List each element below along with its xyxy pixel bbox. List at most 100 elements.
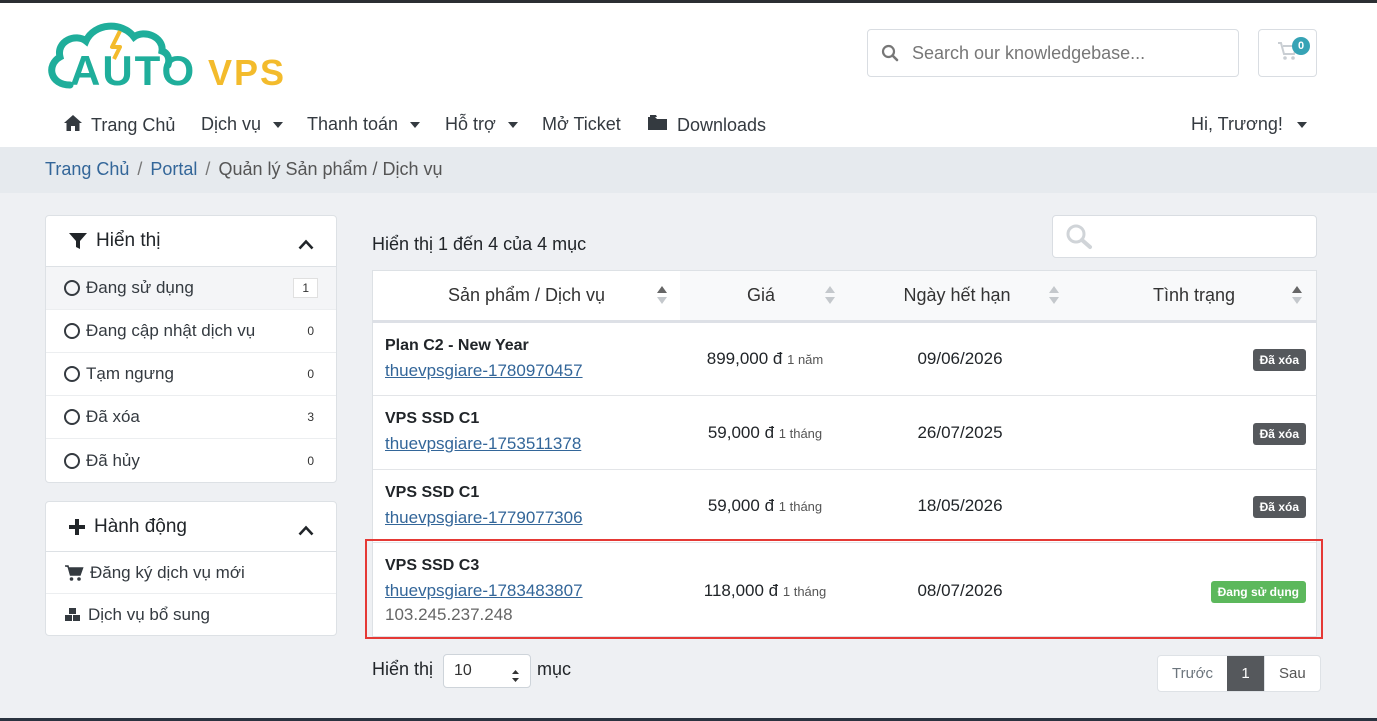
filter-icon — [68, 232, 88, 250]
nav-downloads[interactable]: Downloads — [647, 114, 766, 137]
sort-icon — [825, 286, 835, 306]
action-addons[interactable]: Dịch vụ bổ sung — [46, 594, 336, 636]
nav-services-label: Dịch vụ — [201, 114, 262, 134]
product-name: VPS SSD C1 — [385, 484, 480, 501]
breadcrumb-home[interactable]: Trang Chủ — [45, 159, 129, 179]
filter-item-count: 0 — [307, 453, 314, 468]
actions-card: Hành động Đăng ký dịch vụ mới Dịch vụ bổ… — [45, 501, 337, 636]
billing-cycle: 1 tháng — [782, 584, 827, 599]
filter-item-deleted[interactable]: Đã xóa 3 — [46, 396, 336, 439]
billing-cycle: 1 năm — [787, 352, 824, 367]
product-domain-link[interactable]: thuevpsgiare-1753511378 — [385, 434, 581, 454]
breadcrumb-portal[interactable]: Portal — [150, 159, 197, 179]
table-info: Hiển thị 1 đến 4 của 4 mục — [372, 234, 587, 254]
chevron-up-icon[interactable] — [298, 234, 314, 256]
page-length-value: 10 — [454, 662, 472, 679]
column-header-price[interactable]: Giá — [680, 271, 842, 320]
knowledgebase-search[interactable] — [867, 29, 1239, 77]
filter-card-header[interactable]: Hiển thị — [46, 216, 336, 267]
chevron-up-icon[interactable] — [298, 520, 314, 542]
main-nav: Trang Chủ Dịch vụ Thanh toán Hỗ trợ Mở T… — [0, 106, 1377, 150]
nav-home-label: Trang Chủ — [91, 115, 176, 135]
chevron-down-icon — [410, 121, 421, 128]
cart-count-badge: 0 — [1292, 37, 1310, 55]
column-header-status[interactable]: Tình trạng — [1072, 271, 1316, 320]
product-price: 59,000 đ 1 tháng — [707, 423, 823, 442]
column-header-product[interactable]: Sản phẩm / Dịch vụ — [373, 271, 680, 320]
nav-open-ticket[interactable]: Mở Ticket — [542, 114, 621, 135]
table-row[interactable]: VPS SSD C1 thuevpsgiare-1779077306 59,00… — [373, 470, 1316, 543]
chevron-down-icon — [507, 121, 518, 128]
due-date: 26/07/2025 — [917, 423, 1003, 442]
autovps-logo[interactable]: AUTO VPS — [42, 15, 302, 95]
pagination-page-current[interactable]: 1 — [1226, 656, 1264, 691]
filter-item-count: 0 — [307, 324, 314, 338]
product-price: 899,000 đ 1 năm — [706, 349, 824, 368]
logo-text-vps: VPS — [208, 52, 286, 93]
actions-card-title: Hành động — [94, 515, 187, 537]
site-header: AUTO VPS 0 Trang Chủ Dịch vụ Thanh toán … — [0, 3, 1377, 147]
page-length-select[interactable]: 10 — [443, 654, 531, 688]
filter-item-label: Đã hủy — [86, 450, 140, 470]
radio-icon — [64, 323, 80, 339]
cubes-icon — [64, 607, 82, 623]
nav-billing-label: Thanh toán — [307, 114, 399, 134]
product-name: VPS SSD C3 — [385, 557, 480, 574]
table-row[interactable]: VPS SSD C3 thuevpsgiare-1783483807 103.2… — [373, 543, 1316, 637]
due-date: 09/06/2026 — [917, 349, 1003, 368]
filter-item-count: 1 — [293, 278, 318, 298]
filter-item-label: Tạm ngưng — [86, 364, 174, 383]
pagination-prev[interactable]: Trước — [1158, 656, 1227, 691]
logo-text-auto: AUTO — [70, 47, 196, 94]
product-domain-link[interactable]: thuevpsgiare-1779077306 — [385, 508, 583, 528]
product-name: Plan C2 - New Year — [385, 337, 529, 354]
nav-support[interactable]: Hỗ trợ — [445, 114, 518, 135]
action-label: Dịch vụ bổ sung — [88, 605, 210, 624]
pagination-next[interactable]: Sau — [1263, 656, 1320, 691]
plus-icon — [68, 518, 86, 536]
billing-cycle: 1 tháng — [778, 499, 823, 514]
product-ip: 103.245.237.248 — [385, 605, 513, 624]
nav-user-label: Hi, Trương! — [1191, 114, 1283, 134]
filter-item-suspended[interactable]: Tạm ngưng 0 — [46, 353, 336, 396]
due-date: 08/07/2026 — [917, 581, 1003, 600]
due-date: 18/05/2026 — [917, 496, 1003, 515]
action-order-new-service[interactable]: Đăng ký dịch vụ mới — [46, 552, 336, 594]
filter-item-updating[interactable]: Đang cập nhật dịch vụ 0 — [46, 310, 336, 353]
action-label: Đăng ký dịch vụ mới — [90, 562, 245, 582]
filter-item-cancelled[interactable]: Đã hủy 0 — [46, 439, 336, 482]
table-header: Sản phẩm / Dịch vụ Giá Ngày hết hạn Tình… — [373, 271, 1316, 323]
cart-button[interactable] — [1258, 29, 1317, 77]
nav-downloads-label: Downloads — [677, 115, 767, 135]
status-badge: Đã xóa — [1252, 349, 1306, 371]
nav-user-menu[interactable]: Hi, Trương! — [1191, 114, 1307, 135]
status-badge: Đã xóa — [1252, 423, 1306, 445]
actions-card-header[interactable]: Hành động — [46, 502, 336, 552]
table-row[interactable]: Plan C2 - New Year thuevpsgiare-17809704… — [373, 323, 1316, 396]
sort-icon — [657, 286, 667, 306]
nav-billing[interactable]: Thanh toán — [307, 114, 421, 135]
length-suffix: mục — [537, 659, 572, 679]
table-search-input[interactable] — [1052, 215, 1317, 258]
radio-icon — [64, 452, 80, 469]
sort-icon — [1292, 286, 1302, 306]
product-price: 59,000 đ 1 tháng — [707, 496, 823, 515]
select-arrows-icon — [511, 664, 520, 696]
cart-icon — [64, 564, 84, 582]
column-header-due-date[interactable]: Ngày hết hạn — [842, 271, 1072, 320]
services-table: Sản phẩm / Dịch vụ Giá Ngày hết hạn Tình… — [372, 270, 1317, 637]
length-prefix: Hiển thị — [372, 659, 434, 679]
nav-services[interactable]: Dịch vụ — [201, 114, 284, 135]
product-domain-link[interactable]: thuevpsgiare-1783483807 — [385, 581, 583, 601]
chevron-down-icon — [1296, 121, 1307, 128]
status-badge: Đang sử dụng — [1210, 581, 1306, 603]
nav-ticket-label: Mở Ticket — [542, 114, 621, 134]
filter-item-active[interactable]: Đang sử dụng 1 — [46, 267, 336, 310]
table-row[interactable]: VPS SSD C1 thuevpsgiare-1753511378 59,00… — [373, 396, 1316, 470]
breadcrumb-current: Quản lý Sản phẩm / Dịch vụ — [218, 159, 443, 179]
billing-cycle: 1 tháng — [778, 426, 823, 441]
product-domain-link[interactable]: thuevpsgiare-1780970457 — [385, 361, 583, 381]
filter-card: Hiển thị Đang sử dụng 1 Đang cập nhật dị… — [45, 215, 337, 483]
nav-home[interactable]: Trang Chủ — [63, 114, 175, 137]
knowledgebase-search-input[interactable] — [912, 42, 1212, 64]
